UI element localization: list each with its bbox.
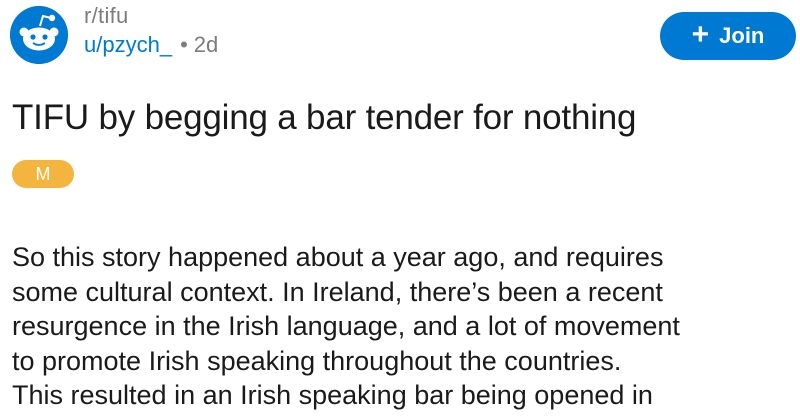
post-meta: r/tifu u/pzych_ • 2d (84, 2, 218, 60)
subreddit-name[interactable]: r/tifu (84, 2, 218, 30)
post-body: So this story happened about a year ago,… (12, 240, 792, 413)
post-card: r/tifu u/pzych_ • 2d + Join TIFU by beggin… (0, 0, 800, 420)
post-flair[interactable]: M (12, 160, 74, 188)
body-line: to promote Irish speaking throughout the… (12, 345, 622, 376)
subreddit-avatar[interactable] (10, 6, 68, 64)
body-line: resurgence in the Irish language, and a … (12, 311, 680, 341)
body-line: So this story happened about a year ago,… (12, 242, 664, 272)
meta-separator: • (180, 32, 188, 57)
plus-icon: + (691, 17, 710, 51)
post-header: r/tifu u/pzych_ • 2d + Join (6, 2, 796, 72)
join-button[interactable]: + Join (660, 12, 796, 60)
post-age: 2d (193, 32, 219, 57)
body-line: This resulted in an Irish speaking bar b… (12, 380, 653, 410)
reddit-snoo-icon (10, 6, 68, 64)
author-username[interactable]: u/pzych_ (84, 32, 172, 57)
post-title[interactable]: TIFU by begging a bar tender for nothing (12, 96, 637, 140)
author-line: u/pzych_ • 2d (84, 30, 218, 60)
body-line: some cultural context. In Ireland, there… (12, 276, 663, 307)
join-label: Join (719, 23, 765, 48)
